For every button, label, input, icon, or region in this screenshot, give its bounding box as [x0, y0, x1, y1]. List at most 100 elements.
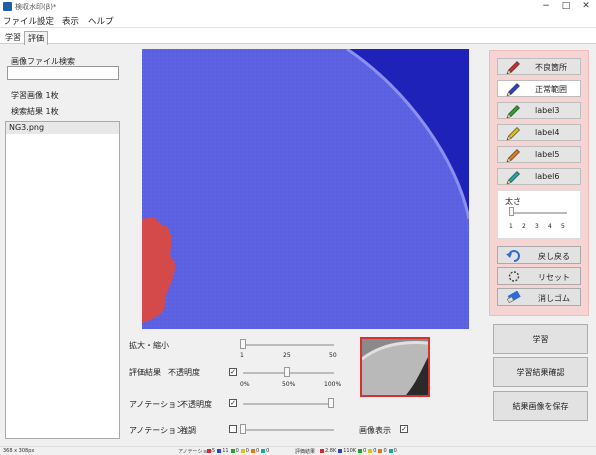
eval-opacity-thumb[interactable] — [284, 367, 290, 377]
minimize-button[interactable]: − — [536, 0, 556, 14]
maximize-button[interactable]: □ — [556, 0, 576, 14]
status-color-swatch — [250, 448, 255, 453]
status-color-swatch — [358, 448, 363, 453]
thumbnail-preview[interactable] — [360, 337, 430, 397]
pen-label: label6 — [535, 172, 560, 181]
status-count: 110K — [343, 448, 357, 454]
pencil-icon — [506, 171, 520, 185]
menu-help[interactable]: ヘルプ — [88, 15, 114, 27]
status-color-swatch — [217, 448, 222, 453]
brush-size-thumb[interactable] — [509, 207, 514, 216]
status-count: 11 — [222, 448, 229, 454]
status-color-swatch — [338, 448, 343, 453]
brush-size-label: 太さ — [505, 197, 521, 206]
pen-label: label4 — [535, 128, 560, 137]
eval-opacity-label: 不透明度 — [168, 368, 200, 377]
window-title: 検収水印(β)* — [15, 3, 57, 11]
zoom-label: 拡大・縮小 — [129, 341, 169, 350]
anno2-sub-label: 強調 — [180, 426, 196, 435]
file-list-item[interactable]: NG3.png — [6, 122, 119, 134]
menu-settings[interactable]: 設定 — [37, 15, 54, 27]
brush-tick: 3 — [535, 223, 539, 230]
tab-evaluate[interactable]: 評価 — [24, 31, 48, 45]
reset-button[interactable]: リセット — [497, 267, 581, 285]
status-bar: 368 x 308px アノテーション 5 11 0 0 0 0 評価結果 2.8K 110… — [0, 446, 596, 455]
pencil-icon — [506, 83, 520, 97]
tab-learn[interactable]: 学習 — [2, 31, 24, 45]
search-input[interactable] — [7, 66, 119, 80]
status-count: 0 — [255, 448, 260, 454]
status-color-swatch — [230, 448, 235, 453]
file-list[interactable] — [5, 121, 120, 439]
status-count: 0 — [245, 448, 249, 454]
brush-size-track[interactable] — [511, 212, 567, 214]
image-canvas[interactable] — [142, 49, 469, 329]
pen-normal-button[interactable]: 正常範囲 — [497, 80, 581, 97]
show-image-checkbox[interactable]: ✓ — [400, 425, 408, 433]
status-count: 0 — [235, 448, 239, 454]
undo-icon — [506, 250, 520, 262]
status-anno-counts: 5 11 0 0 0 0 — [205, 448, 269, 454]
anno-opacity-label: 不透明度 — [180, 400, 212, 409]
eval-visible-checkbox[interactable]: ✓ — [229, 368, 237, 376]
anno-visible-checkbox[interactable]: ✓ — [229, 399, 237, 407]
segmentation-image — [142, 49, 469, 329]
pen-label4-button[interactable]: label4 — [497, 124, 581, 141]
reset-label: リセット — [538, 273, 570, 282]
app-icon — [3, 2, 12, 11]
brush-size-panel: 太さ 1 2 3 4 5 — [497, 190, 581, 239]
eraser-label: 消しゴム — [538, 294, 570, 303]
status-count: 0 — [393, 448, 397, 454]
tab-row — [0, 28, 596, 44]
pen-label: label3 — [535, 106, 560, 115]
pencil-icon — [506, 149, 520, 163]
status-color-swatch — [207, 448, 211, 453]
learn-button[interactable]: 学習 — [493, 324, 588, 354]
check-result-button[interactable]: 学習結果確認 — [493, 357, 588, 387]
save-result-button[interactable]: 結果画像を保存 — [493, 391, 588, 421]
pen-label6-button[interactable]: label6 — [497, 168, 581, 185]
status-count: 5 — [212, 448, 216, 454]
status-eval-counts: 2.8K 110K 0 0 0 0 — [318, 448, 397, 454]
result-count: 検索結果 1枚 — [11, 107, 59, 116]
anno2-checkbox[interactable] — [229, 425, 237, 433]
zoom-slider[interactable] — [243, 344, 334, 346]
eval-tick-mid: 50% — [282, 381, 296, 388]
pen-label: label5 — [535, 150, 560, 159]
eraser-button[interactable]: 消しゴム — [497, 288, 581, 306]
anno-label: アノテーション — [129, 400, 185, 409]
brush-tick: 4 — [548, 223, 552, 230]
menu-file[interactable]: ファイル — [3, 15, 37, 27]
status-color-swatch — [240, 448, 245, 453]
pen-label5-button[interactable]: label5 — [497, 146, 581, 163]
anno-opacity-thumb[interactable] — [328, 398, 334, 408]
anno-opacity-slider[interactable] — [243, 403, 334, 405]
status-color-swatch — [368, 448, 373, 453]
undo-button[interactable]: 戻し戻る — [497, 246, 581, 264]
eval-label: 評価結果 — [129, 368, 161, 377]
pen-label: 正常範囲 — [535, 85, 567, 94]
eval-tick-max: 100% — [324, 381, 342, 388]
status-count: 0 — [363, 448, 367, 454]
brush-tick: 2 — [522, 223, 526, 230]
zoom-tick-mid: 25 — [283, 352, 291, 359]
anno2-slider-thumb[interactable] — [240, 424, 246, 434]
status-color-swatch — [378, 448, 383, 453]
zoom-slider-thumb[interactable] — [240, 339, 246, 349]
status-count: 2.8K — [325, 448, 337, 454]
status-count: 0 — [383, 448, 387, 454]
pen-defect-button[interactable]: 不良箇所 — [497, 58, 581, 75]
eval-tick-min: 0% — [240, 381, 250, 388]
status-color-swatch — [320, 448, 324, 453]
pen-label3-button[interactable]: label3 — [497, 102, 581, 119]
status-color-swatch — [388, 448, 393, 453]
status-color-swatch — [261, 448, 266, 453]
menu-view[interactable]: 表示 — [62, 15, 79, 27]
status-count: 0 — [266, 448, 270, 454]
show-image-label: 画像表示 — [359, 426, 391, 435]
close-button[interactable]: ✕ — [576, 0, 596, 14]
brush-tick: 5 — [561, 223, 565, 230]
status-count: 0 — [373, 448, 377, 454]
zoom-tick-min: 1 — [240, 352, 244, 359]
anno2-slider[interactable] — [243, 429, 334, 431]
